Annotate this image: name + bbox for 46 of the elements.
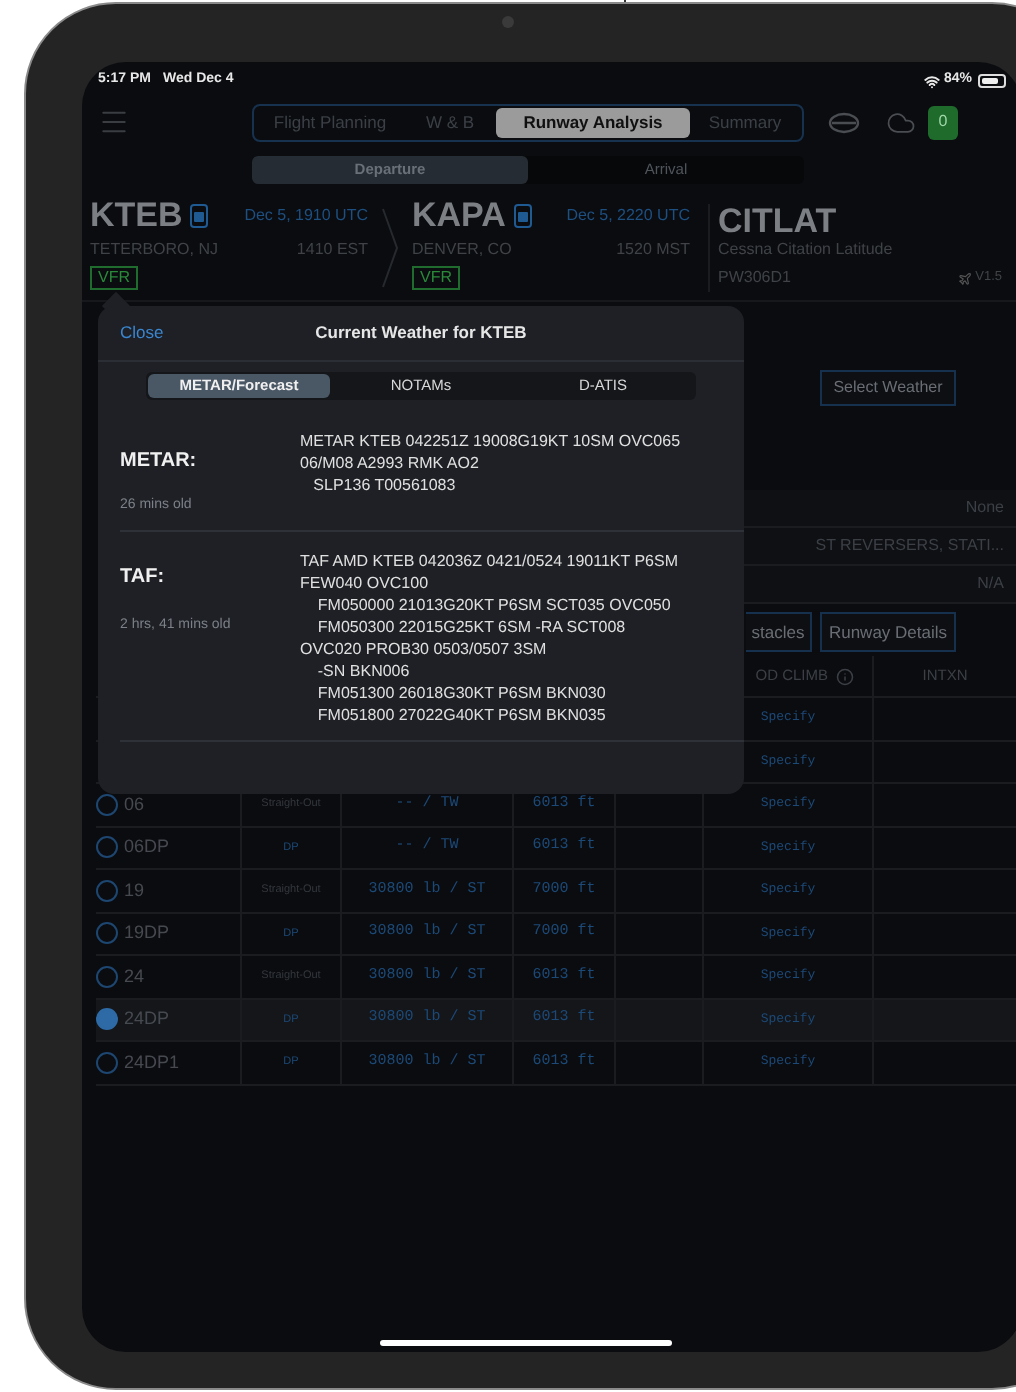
select-weather-button[interactable]: Select Weather (820, 370, 956, 406)
airport-datetime: Dec 5, 1910 UTC (244, 204, 368, 228)
runway-name: 19DP (124, 920, 170, 946)
plane-icon (957, 271, 972, 285)
report-text: METAR KTEB 042251Z 19008G19KT 10SM OVC065 06/M08 A2993 RMK AO2 SLP136 T00561083 (300, 430, 681, 498)
radio-button[interactable] (96, 965, 118, 988)
nav-tab[interactable]: Runway Analysis (496, 107, 690, 137)
flight-category-badge: VFR (90, 266, 138, 290)
helmet-icon[interactable] (828, 111, 860, 133)
runway-name: 06DP (124, 834, 170, 860)
airport-code: KAPA (412, 194, 506, 239)
airport-city: TETERBORO, NJ (90, 238, 219, 262)
info-icon[interactable] (836, 667, 854, 685)
radio-button[interactable] (96, 879, 118, 902)
report-text: TAF AMD KTEB 042036Z 0421/0524 19011KT P6SM FEW040 OVC100 FM050000 21013G20KT P6SM SCT035 OVC050 FM050300 22015G25KT 6SM -RA SCT008 OVC020 PROB30 0503/0507 3SM -SN BKN006 FM051300 26018G30KT P6SM BKN030 FM051800 27022G40KT P6SM BKN035 (300, 550, 678, 728)
radio-button[interactable] (96, 1008, 118, 1031)
airport-city: DENVER, CO (412, 238, 512, 262)
chevron-icon (382, 208, 398, 288)
notification-badge[interactable]: 0 (928, 105, 958, 139)
radio-button[interactable] (96, 836, 118, 859)
airport-datetime: Dec 5, 2220 UTC (566, 204, 690, 228)
document-icon (513, 204, 532, 228)
airport-code: KTEB (90, 194, 183, 239)
report-label: TAF: (120, 564, 167, 592)
close-button[interactable]: Close (120, 320, 164, 346)
cloud-icon[interactable] (886, 107, 916, 137)
battery-icon (978, 74, 1006, 88)
runway-name: 19 (124, 877, 145, 903)
runway-name: 24DP1 (124, 1049, 180, 1075)
document-icon (190, 204, 209, 228)
radio-button[interactable] (96, 922, 118, 945)
runway-action-button[interactable]: stacles (746, 612, 812, 652)
aircraft-name: Cessna Citation Latitude (718, 238, 895, 262)
radio-button[interactable] (96, 1051, 118, 1074)
runway-name: 06 (124, 791, 145, 817)
wifi-icon (923, 73, 940, 89)
runway-name: 24 (124, 963, 145, 989)
menu-icon[interactable] (98, 106, 130, 138)
local-time: 1410 EST (296, 238, 368, 262)
flight-category-badge: VFR (412, 266, 460, 290)
popover-title: Current Weather for KTEB (315, 320, 527, 346)
aircraft-code: CITLAT (718, 200, 839, 236)
local-time: 1520 MST (616, 238, 690, 262)
report-label: METAR: (120, 448, 199, 476)
engine-type: PW306D1 (718, 266, 791, 290)
runway-action-button[interactable]: Runway Details (820, 612, 956, 652)
